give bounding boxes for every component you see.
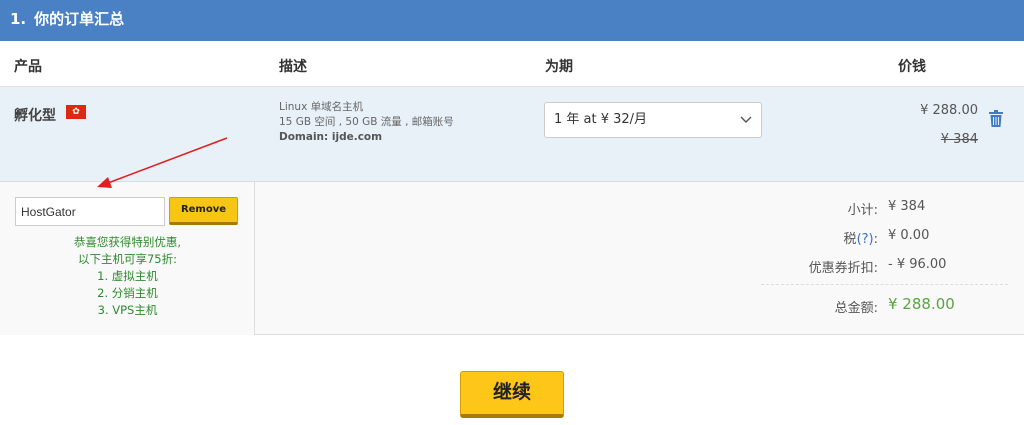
subtotal-value: ¥ 384 — [888, 199, 926, 214]
promo-message-line: 恭喜您获得特别优惠, — [73, 235, 182, 249]
total-value: ¥ 288.00 — [888, 295, 955, 313]
promo-message-line: 3. VPS主机 — [97, 303, 158, 317]
promo-message-line: 1. 虚拟主机 — [97, 269, 158, 283]
continue-button[interactable]: 继续 — [460, 371, 564, 418]
tax-label-colon: : — [873, 232, 878, 247]
remove-promo-button[interactable]: Remove — [169, 197, 238, 225]
promo-code-panel: Remove 恭喜您获得特别优惠, 以下主机可享75折: 1. 虚拟主机 2. … — [0, 182, 255, 335]
section-title: 你的订单汇总 — [34, 10, 125, 28]
tax-help-link[interactable]: (?) — [857, 232, 874, 247]
item-price: ¥ 288.00 — [920, 103, 978, 118]
column-period: 为期 — [545, 59, 573, 75]
promo-message: 恭喜您获得特别优惠, 以下主机可享75折: 1. 虚拟主机 2. 分销主机 3.… — [0, 234, 255, 319]
item-original-price: ¥ 384 — [940, 132, 978, 147]
tax-value: ¥ 0.00 — [888, 228, 930, 243]
total-label: 总金额: — [834, 301, 878, 316]
table-header: 产品 描述 为期 价钱 — [0, 41, 1024, 87]
column-description: 描述 — [279, 59, 307, 75]
desc-line: 15 GB 空间 , 50 GB 流量 , 邮箱账号 — [279, 116, 454, 128]
section-number: 1. — [10, 10, 27, 28]
promo-code-input[interactable] — [15, 197, 165, 226]
subtotal-label: 小计: — [847, 203, 878, 218]
order-item-row: 孵化型 ✿ Linux 单域名主机 15 GB 空间 , 50 GB 流量 , … — [0, 87, 1024, 182]
desc-line: Linux 单域名主机 — [279, 101, 364, 113]
tax-label: 税(?): — [844, 228, 878, 247]
hong-kong-flag-icon: ✿ — [66, 105, 86, 119]
trash-icon[interactable] — [989, 110, 1003, 127]
promo-message-line: 以下主机可享75折: — [77, 252, 177, 266]
tax-label-text: 税 — [843, 232, 857, 247]
discount-value: - ¥ 96.00 — [888, 257, 947, 272]
product-description: Linux 单域名主机 15 GB 空间 , 50 GB 流量 , 邮箱账号 D… — [279, 100, 454, 145]
period-selected-value: 1 年 at ¥ 32/月 — [554, 112, 648, 127]
totals-divider — [761, 284, 1008, 285]
billing-period-select[interactable]: 1 年 at ¥ 32/月 — [544, 102, 762, 138]
chevron-down-icon — [740, 116, 752, 123]
column-product: 产品 — [14, 59, 42, 75]
column-price: 价钱 — [898, 59, 926, 75]
order-summary-header: 1. 你的订单汇总 — [0, 0, 1024, 41]
promo-message-line: 2. 分销主机 — [97, 286, 158, 300]
discount-label: 优惠券折扣: — [808, 261, 878, 276]
order-summary-area: Remove 恭喜您获得特别优惠, 以下主机可享75折: 1. 虚拟主机 2. … — [0, 182, 1024, 335]
product-name: 孵化型 — [14, 108, 56, 124]
desc-domain: Domain: ijde.com — [279, 131, 383, 143]
